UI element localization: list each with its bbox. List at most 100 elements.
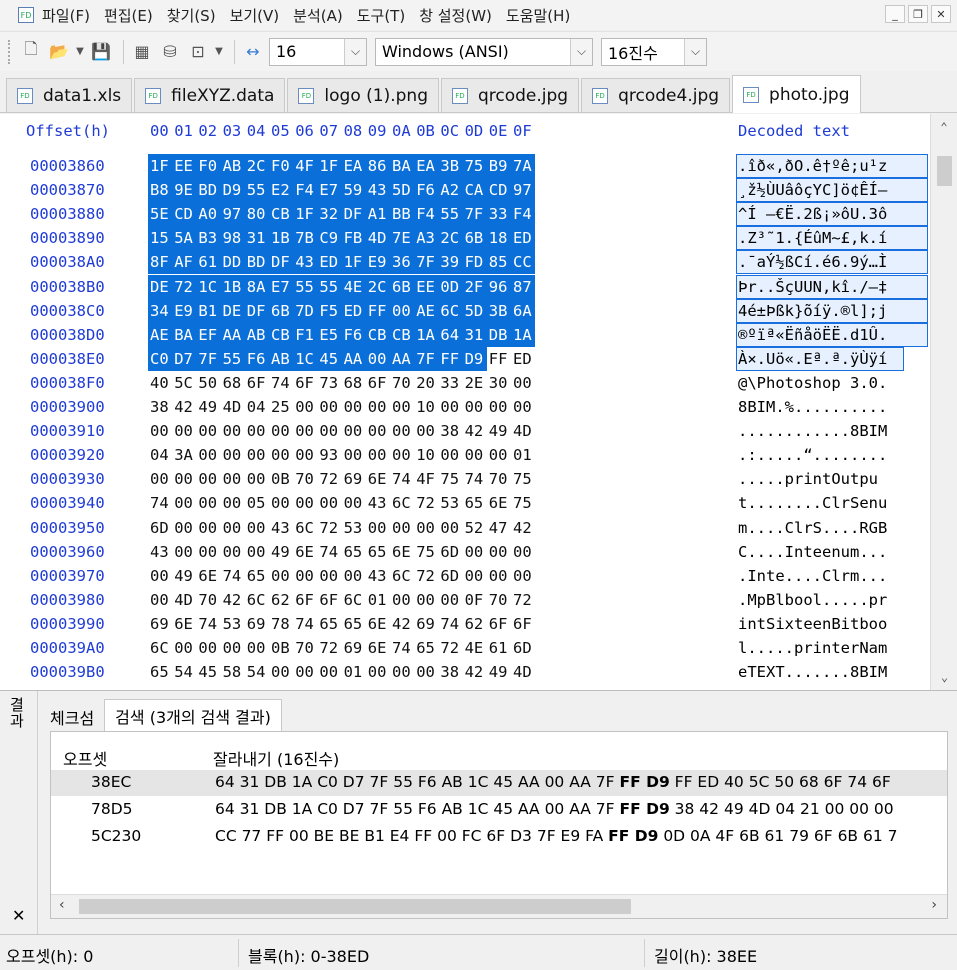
hex-byte[interactable]: 49 bbox=[489, 663, 515, 681]
hex-byte[interactable]: 00 bbox=[489, 398, 515, 416]
hex-byte[interactable]: DD bbox=[223, 253, 249, 271]
hex-byte[interactable]: 00 bbox=[344, 567, 370, 585]
tab-qrcode-jpg[interactable]: FD qrcode.jpg bbox=[440, 78, 580, 112]
hex-byte[interactable]: BD bbox=[198, 181, 224, 199]
hex-byte[interactable]: 52 bbox=[465, 519, 491, 537]
hex-byte[interactable]: 42 bbox=[513, 519, 539, 537]
hex-byte[interactable]: 00 bbox=[368, 446, 394, 464]
hex-byte[interactable]: 6B bbox=[271, 302, 297, 320]
hex-byte[interactable]: 45 bbox=[319, 350, 345, 368]
new-file-icon[interactable]: 🗋 bbox=[19, 39, 43, 64]
hex-byte[interactable]: 74 bbox=[223, 567, 249, 585]
hex-byte[interactable]: 00 bbox=[174, 494, 200, 512]
hex-byte[interactable]: 00 bbox=[489, 543, 515, 561]
hex-byte[interactable]: EA bbox=[344, 157, 370, 175]
hex-byte[interactable]: F4 bbox=[513, 205, 539, 223]
hex-byte[interactable]: 33 bbox=[440, 374, 466, 392]
hex-byte[interactable]: 97 bbox=[223, 205, 249, 223]
decoded-text[interactable]: @\Photoshop 3.0. bbox=[738, 374, 928, 392]
hex-byte[interactable]: 31 bbox=[247, 229, 273, 247]
hex-byte[interactable]: F0 bbox=[271, 157, 297, 175]
hex-row[interactable]: 000039A0 6C 00 00 00 00 0B 70 72 69 6E 74 65 72 4E 61 6D… bbox=[0, 636, 930, 660]
hex-byte[interactable]: 00 bbox=[319, 567, 345, 585]
hex-byte[interactable]: 1F bbox=[295, 205, 321, 223]
hex-byte[interactable]: 72 bbox=[513, 591, 539, 609]
hex-byte[interactable]: 18 bbox=[489, 229, 515, 247]
hex-byte[interactable]: ED bbox=[513, 229, 539, 247]
hex-byte[interactable]: 6A bbox=[513, 302, 539, 320]
hex-byte[interactable]: 00 bbox=[489, 567, 515, 585]
hex-byte[interactable]: 6E bbox=[368, 470, 394, 488]
hex-byte[interactable]: 49 bbox=[489, 422, 515, 440]
hex-byte[interactable]: 6E bbox=[198, 567, 224, 585]
hex-byte[interactable]: F6 bbox=[416, 181, 442, 199]
hex-byte[interactable]: 74 bbox=[198, 615, 224, 633]
hex-byte[interactable]: 00 bbox=[198, 519, 224, 537]
hex-byte[interactable]: B3 bbox=[198, 229, 224, 247]
hex-byte[interactable]: 74 bbox=[295, 615, 321, 633]
hex-byte[interactable]: E9 bbox=[368, 253, 394, 271]
hex-byte[interactable]: 1B bbox=[271, 229, 297, 247]
hex-byte[interactable]: 74 bbox=[392, 470, 418, 488]
hex-byte[interactable]: 43 bbox=[295, 253, 321, 271]
hex-byte[interactable]: 6C bbox=[247, 591, 273, 609]
hex-row[interactable]: 00003870 B8 9E BD D9 55 E2 F4 E7 59 43 5D F6 A2 CA CD 97… bbox=[0, 178, 930, 203]
hex-byte[interactable]: 5E bbox=[150, 205, 176, 223]
hex-byte[interactable]: 00 bbox=[513, 543, 539, 561]
hex-row[interactable]: 000039B0 65 54 45 58 54 00 00 00 01 00 00 00 38 42 49 4D… bbox=[0, 660, 930, 684]
hex-byte[interactable]: B1 bbox=[198, 302, 224, 320]
hex-byte[interactable]: 2F bbox=[465, 278, 491, 296]
hex-byte[interactable]: D7 bbox=[174, 350, 200, 368]
hex-byte[interactable]: 00 bbox=[295, 422, 321, 440]
hex-byte[interactable]: 6B bbox=[465, 229, 491, 247]
hex-byte[interactable]: 42 bbox=[174, 398, 200, 416]
hex-byte[interactable]: 45 bbox=[198, 663, 224, 681]
hex-byte[interactable]: 4D bbox=[513, 663, 539, 681]
hex-byte[interactable]: 33 bbox=[489, 205, 515, 223]
hex-byte[interactable]: 69 bbox=[150, 615, 176, 633]
hex-byte[interactable]: 00 bbox=[247, 519, 273, 537]
hex-byte[interactable]: CC bbox=[513, 253, 539, 271]
hex-byte[interactable]: 65 bbox=[465, 494, 491, 512]
hex-byte[interactable]: 53 bbox=[440, 494, 466, 512]
hex-byte[interactable]: 38 bbox=[440, 422, 466, 440]
hex-byte[interactable]: AB bbox=[223, 157, 249, 175]
hex-byte[interactable]: 00 bbox=[319, 422, 345, 440]
hex-byte[interactable]: 65 bbox=[247, 567, 273, 585]
hex-byte[interactable]: 00 bbox=[174, 470, 200, 488]
hex-byte[interactable]: 1F bbox=[319, 157, 345, 175]
hex-byte[interactable]: 6C bbox=[440, 302, 466, 320]
hex-row[interactable]: 00003970 00 49 6E 74 65 00 00 00 00 43 6C 72 6D 00 00 00… bbox=[0, 564, 930, 588]
hex-byte[interactable]: 43 bbox=[368, 494, 394, 512]
hex-byte[interactable]: 43 bbox=[368, 567, 394, 585]
hex-byte[interactable]: FB bbox=[344, 229, 370, 247]
decoded-text[interactable]: 4é±Þßk}õíÿ.®l];j bbox=[738, 302, 928, 320]
hex-byte[interactable]: 72 bbox=[416, 494, 442, 512]
hex-byte[interactable]: 2C bbox=[368, 278, 394, 296]
hex-byte[interactable]: 20 bbox=[416, 374, 442, 392]
hex-byte[interactable]: 00 bbox=[271, 494, 297, 512]
decoded-text[interactable]: ®ºïª«ËñåöËË.d1Û. bbox=[738, 326, 928, 344]
hex-byte[interactable]: 69 bbox=[344, 470, 370, 488]
hex-byte[interactable]: 5D bbox=[465, 302, 491, 320]
decoded-text[interactable]: .MpBlbool.....pr bbox=[738, 591, 928, 609]
hex-byte[interactable]: 2C bbox=[247, 157, 273, 175]
hex-byte[interactable]: 00 bbox=[198, 543, 224, 561]
menu-file[interactable]: 파일(F) bbox=[42, 5, 90, 26]
hex-byte[interactable]: 7E bbox=[392, 229, 418, 247]
hex-byte[interactable]: 61 bbox=[198, 253, 224, 271]
hex-byte[interactable]: CD bbox=[174, 205, 200, 223]
hex-row[interactable]: 000038D0 AE BA EF AA AB CB F1 E5 F6 CB CB 1A 64 31 DB 1A… bbox=[0, 322, 930, 347]
hex-byte[interactable]: 00 bbox=[271, 663, 297, 681]
hex-byte[interactable]: 85 bbox=[489, 253, 515, 271]
hex-byte[interactable]: 00 bbox=[223, 639, 249, 657]
close-icon[interactable]: ✕ bbox=[12, 906, 25, 925]
hex-byte[interactable]: F4 bbox=[295, 181, 321, 199]
hex-byte[interactable]: CB bbox=[271, 326, 297, 344]
hex-byte[interactable]: 00 bbox=[198, 639, 224, 657]
hex-byte[interactable]: AE bbox=[416, 302, 442, 320]
hex-row[interactable]: 00003990 69 6E 74 53 69 78 74 65 65 6E 42 69 74 62 6F 6F… bbox=[0, 612, 930, 636]
hex-byte[interactable]: CB bbox=[271, 205, 297, 223]
hex-byte[interactable]: 00 bbox=[271, 567, 297, 585]
hex-byte[interactable]: 00 bbox=[223, 422, 249, 440]
